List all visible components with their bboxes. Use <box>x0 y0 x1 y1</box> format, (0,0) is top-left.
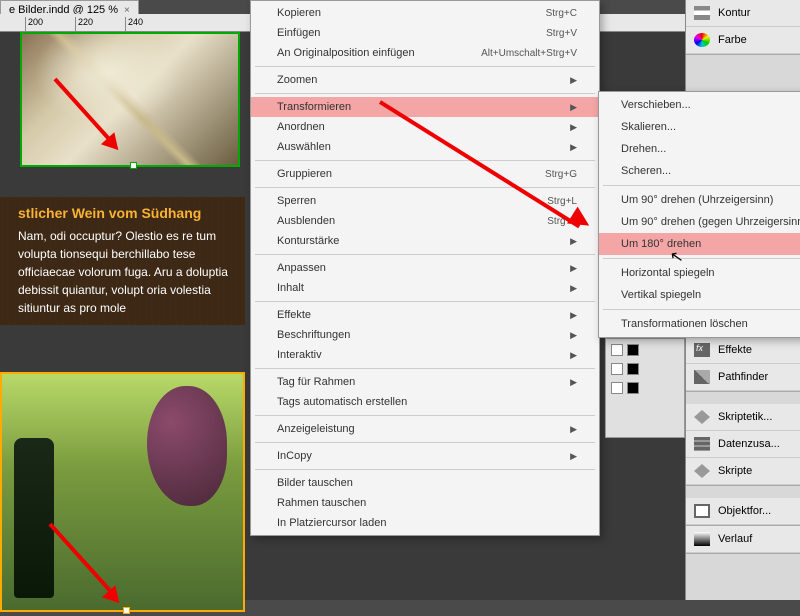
menu-item[interactable]: Effekte▶ <box>251 305 599 325</box>
headline-text: stlicher Wein vom Südhang <box>18 205 237 221</box>
menu-item[interactable]: Transformieren▶ <box>251 97 599 117</box>
placed-image-grapes[interactable] <box>0 372 245 612</box>
submenu-item[interactable]: Transformationen löschen <box>599 313 800 335</box>
menu-item[interactable]: Bilder tauschen <box>251 473 599 493</box>
submenu-item[interactable]: Scheren... <box>599 160 800 182</box>
panel-skripte[interactable]: Skripte <box>686 458 800 485</box>
menu-item[interactable]: InCopy▶ <box>251 446 599 466</box>
body-text: Nam, odi occuptur? Olestio es re tum vol… <box>18 227 237 317</box>
ruler-mark: 200 <box>25 17 75 31</box>
panel-effekte[interactable]: Effekte <box>686 337 800 364</box>
submenu-item[interactable]: Drehen... <box>599 138 800 160</box>
menu-item[interactable]: KopierenStrg+C <box>251 3 599 23</box>
menu-item[interactable]: Anpassen▶ <box>251 258 599 278</box>
panel-datenzusammenfuehrung[interactable]: Datenzusa... <box>686 431 800 458</box>
fx-icon <box>694 343 710 357</box>
script-icon <box>694 464 710 478</box>
submenu-item[interactable]: Um 180° drehen <box>599 233 800 255</box>
placed-image-asparagus[interactable] <box>20 32 240 167</box>
menu-item[interactable]: Konturstärke▶ <box>251 231 599 251</box>
menu-item[interactable]: GruppierenStrg+G <box>251 164 599 184</box>
menu-item[interactable]: Zoomen▶ <box>251 70 599 90</box>
menu-item[interactable]: Tags automatisch erstellen <box>251 392 599 412</box>
menu-item[interactable]: Beschriftungen▶ <box>251 325 599 345</box>
data-icon <box>694 437 710 451</box>
submenu-item[interactable]: Verschieben... <box>599 94 800 116</box>
menu-item[interactable]: AusblendenStrg+3 <box>251 211 599 231</box>
menu-item[interactable]: Anzeigeleistung▶ <box>251 419 599 439</box>
panel-kontur[interactable]: Kontur <box>686 0 800 27</box>
stroke-icon <box>694 6 710 20</box>
menu-item[interactable]: Anordnen▶ <box>251 117 599 137</box>
object-icon <box>694 504 710 518</box>
ruler-mark: 240 <box>125 17 175 31</box>
menu-item[interactable]: EinfügenStrg+V <box>251 23 599 43</box>
submenu-item[interactable]: Skalieren... <box>599 116 800 138</box>
swatches-panel[interactable] <box>605 338 685 438</box>
submenu-item[interactable]: Um 90° drehen (Uhrzeigersinn) <box>599 189 800 211</box>
panel-skriptetiketten[interactable]: Skriptetik... <box>686 404 800 431</box>
gradient-icon <box>694 532 710 546</box>
menu-item[interactable]: Inhalt▶ <box>251 278 599 298</box>
menu-item[interactable]: Interaktiv▶ <box>251 345 599 365</box>
menu-item[interactable]: Rahmen tauschen <box>251 493 599 513</box>
text-frame[interactable]: stlicher Wein vom Südhang Nam, odi occup… <box>0 197 245 325</box>
color-icon <box>694 33 710 47</box>
menu-item[interactable]: Auswählen▶ <box>251 137 599 157</box>
submenu-item[interactable]: Horizontal spiegeln <box>599 262 800 284</box>
tag-icon <box>694 410 710 424</box>
submenu-item[interactable]: Um 90° drehen (gegen Uhrzeigersinn) <box>599 211 800 233</box>
panel-farbe[interactable]: Farbe <box>686 27 800 54</box>
context-menu[interactable]: KopierenStrg+CEinfügenStrg+VAn Originalp… <box>250 0 600 536</box>
panel-objektformat[interactable]: Objektfor... <box>686 498 800 525</box>
menu-item[interactable]: An Originalposition einfügenAlt+Umschalt… <box>251 43 599 63</box>
ruler-mark: 220 <box>75 17 125 31</box>
submenu-item[interactable]: Vertikal spiegeln <box>599 284 800 306</box>
transform-submenu[interactable]: Verschieben...Skalieren...Drehen...Scher… <box>598 91 800 338</box>
menu-item[interactable]: SperrenStrg+L <box>251 191 599 211</box>
pathfinder-icon <box>694 370 710 384</box>
menu-item[interactable]: In Platziercursor laden <box>251 513 599 533</box>
panel-pathfinder[interactable]: Pathfinder <box>686 364 800 391</box>
panel-verlauf[interactable]: Verlauf <box>686 526 800 553</box>
menu-item[interactable]: Tag für Rahmen▶ <box>251 372 599 392</box>
